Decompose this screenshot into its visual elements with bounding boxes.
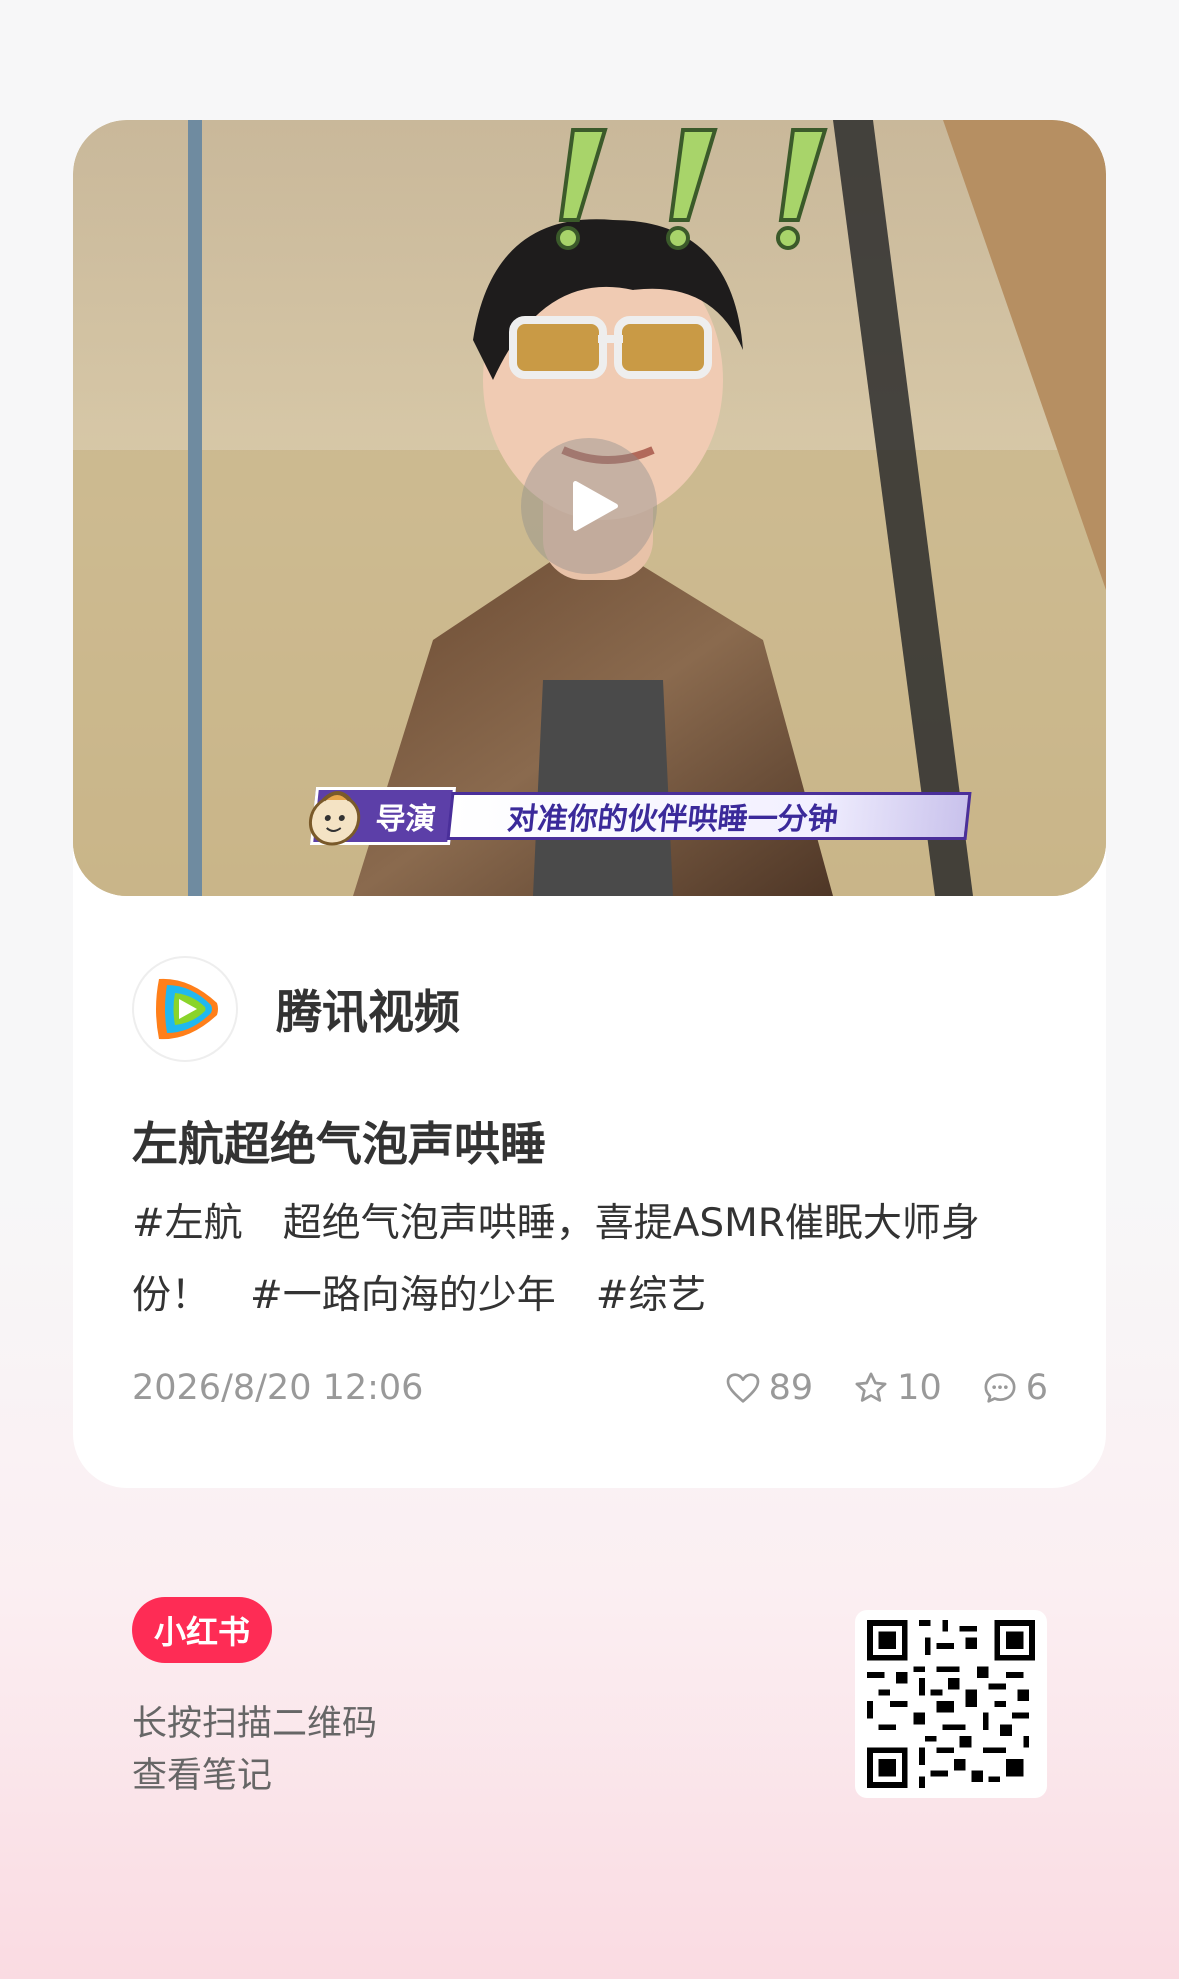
desc-text: 超绝气泡声哄睡，喜提ASMR催眠大师身 bbox=[282, 1201, 980, 1246]
qr-code-image bbox=[867, 1620, 1035, 1788]
scan-hint: 长按扫描二维码 查看笔记 bbox=[132, 1698, 377, 1802]
caption-text: 对准你的伙伴哄睡一分钟 bbox=[505, 802, 840, 837]
play-button[interactable] bbox=[521, 438, 657, 574]
video-cover[interactable]: 导演 对准你的伙伴哄睡一分钟 bbox=[73, 120, 1106, 896]
hashtag-zuohang[interactable]: #左航 bbox=[132, 1201, 243, 1246]
comment-icon bbox=[984, 1373, 1016, 1403]
comment-count: 6 bbox=[1025, 1368, 1048, 1408]
favorite-count: 10 bbox=[897, 1368, 942, 1408]
like-count: 89 bbox=[768, 1368, 814, 1408]
post-date: 2026/8/20 12:06 bbox=[132, 1368, 424, 1408]
tencent-video-logo-icon bbox=[156, 978, 218, 1040]
like-button[interactable]: 89 bbox=[723, 1368, 814, 1408]
star-icon bbox=[855, 1372, 887, 1402]
note-title: 左航超绝气泡声哄睡 bbox=[132, 1117, 546, 1171]
note-meta: 2026/8/20 12:06 89 10 6 bbox=[132, 1368, 1048, 1408]
xiaohongshu-logo: 小红书 bbox=[132, 1597, 272, 1663]
note-description: #左航 超绝气泡声哄睡，喜提ASMR催眠大师身 份！ #一路向海的少年 #综艺 bbox=[132, 1188, 1062, 1332]
desc-text-end: 份！ bbox=[132, 1273, 211, 1318]
qr-code[interactable] bbox=[855, 1610, 1047, 1798]
mascot-icon bbox=[308, 791, 361, 846]
hashtag-variety[interactable]: #综艺 bbox=[596, 1273, 707, 1318]
note-card: 导演 对准你的伙伴哄睡一分钟 腾讯视频 左航超绝气泡声哄睡 #左航 超绝气泡声哄睡… bbox=[73, 120, 1106, 1488]
scan-hint-line1: 长按扫描二维码 bbox=[132, 1704, 378, 1744]
author-row[interactable]: 腾讯视频 bbox=[132, 956, 460, 1062]
scan-hint-line2: 查看笔记 bbox=[132, 1756, 273, 1796]
caption-tag: 导演 bbox=[308, 787, 457, 846]
caption-tag-text: 导演 bbox=[373, 802, 438, 837]
video-subtitle: 导演 对准你的伙伴哄睡一分钟 bbox=[308, 785, 972, 847]
hashtag-show[interactable]: #一路向海的少年 bbox=[250, 1273, 556, 1318]
avatar[interactable] bbox=[132, 956, 238, 1062]
caption-bar: 对准你的伙伴哄睡一分钟 bbox=[446, 792, 972, 840]
play-icon bbox=[573, 481, 618, 531]
author-name[interactable]: 腾讯视频 bbox=[276, 976, 460, 1042]
comment-button[interactable]: 6 bbox=[980, 1368, 1048, 1408]
heart-icon bbox=[726, 1373, 759, 1403]
favorite-button[interactable]: 10 bbox=[851, 1368, 942, 1408]
